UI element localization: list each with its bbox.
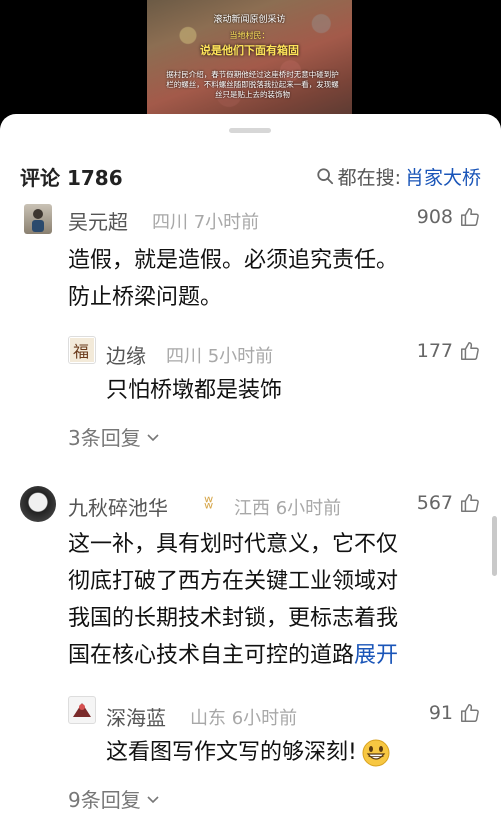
comments-header: 评论 1786 都在搜: 肖家大桥 [20, 162, 481, 190]
comment-text: 造假，就是造假。必须追究责任。 防止桥梁问题。 [68, 242, 478, 316]
grin-emoji-icon [362, 739, 390, 766]
comment-count: 评论 1786 [20, 165, 123, 190]
reply-text: 这看图写作文写的够深刻! [106, 740, 357, 765]
search-icon [316, 168, 333, 185]
video-caption-top: 滚动新闻原创采访 [213, 15, 286, 25]
thumbs-up-icon [461, 342, 479, 360]
like-button[interactable]: 908 [417, 206, 481, 228]
video-body-text: 据村民介绍，春节假期他经过这座桥时无意中碰到护栏的螺丝，不料螺丝随即脱落我拉起来… [166, 70, 339, 99]
scrollbar[interactable] [492, 516, 497, 576]
chevron-down-icon [147, 795, 159, 803]
avatar[interactable]: 福 [68, 336, 96, 364]
like-count: 908 [416, 206, 453, 228]
like-count: 177 [416, 340, 453, 362]
search-keyword-link[interactable]: 肖家大桥 [405, 163, 481, 190]
chevron-down-icon [147, 433, 159, 441]
video-player[interactable]: 滚动新闻原创采访 当地村民： 说是他们下面有箱固 据村民介绍，春节假期他经过这座… [0, 0, 501, 122]
comments-sheet: 评论 1786 都在搜: 肖家大桥 吴元超 四川 7小时前 908 造假，就是造… [0, 114, 501, 814]
comment-meta: 四川 7小时前 [152, 212, 260, 233]
like-count: 91 [428, 702, 453, 724]
view-replies-button[interactable]: 9条回复 [68, 784, 161, 813]
comment-text-line: 国在核心技术自主可控的道路 [68, 643, 355, 668]
comment-author[interactable]: 九秋碎池华 [68, 492, 168, 521]
like-button[interactable]: 177 [417, 340, 481, 362]
reply-meta: 四川 5小时前 [166, 346, 274, 367]
thumbs-up-icon [461, 494, 479, 512]
avatar[interactable] [68, 696, 96, 724]
view-replies-label: 9条回复 [68, 788, 141, 812]
avatar[interactable] [20, 486, 56, 522]
video-caption-sub: 当地村民： [229, 31, 270, 40]
view-replies-button[interactable]: 3条回复 [68, 422, 161, 451]
search-label: 都在搜: [337, 166, 401, 189]
expand-link[interactable]: 展开 [354, 643, 398, 668]
reply-author[interactable]: 深海蓝 [106, 702, 166, 731]
like-button[interactable]: 567 [417, 492, 481, 514]
view-replies-label: 3条回复 [68, 426, 141, 450]
trending-search[interactable]: 都在搜: 肖家大桥 [316, 163, 481, 190]
sheet-drag-handle[interactable] [229, 128, 271, 133]
reply-text-row: 这看图写作文写的够深刻! [106, 734, 391, 771]
video-caption-main: 说是他们下面有箱固 [200, 44, 299, 57]
thumbs-up-icon [461, 704, 479, 722]
comment-text: 这一补，具有划时代意义，它不仅 彻底打破了西方在关键工业领域对 我国的长期技术封… [68, 526, 488, 674]
comment-text-line: 我国的长期技术封锁，更标志着我 [68, 606, 399, 631]
user-badge-icon: ʬ [204, 492, 214, 513]
reply-author[interactable]: 边缘 [106, 340, 146, 369]
reply-text: 只怕桥墩都是装饰 [106, 378, 283, 403]
video-frame[interactable]: 滚动新闻原创采访 当地村民： 说是他们下面有箱固 据村民介绍，春节假期他经过这座… [147, 0, 352, 118]
like-count: 567 [416, 492, 453, 514]
thumbs-up-icon [461, 208, 479, 226]
reply-meta: 山东 6小时前 [190, 708, 298, 729]
comment-text-line: 这一补，具有划时代意义，它不仅 [68, 532, 399, 557]
comment-text-line: 彻底打破了西方在关键工业领域对 [68, 569, 399, 594]
comment-text-line: 造假，就是造假。必须追究责任。 [68, 248, 399, 273]
like-button[interactable]: 91 [429, 702, 481, 724]
avatar[interactable] [24, 204, 52, 234]
comment-meta: 江西 6小时前 [234, 498, 342, 519]
comment-author[interactable]: 吴元超 [68, 206, 128, 235]
svg-text:福: 福 [73, 342, 89, 361]
comment-text-line: 防止桥梁问题。 [68, 285, 223, 310]
